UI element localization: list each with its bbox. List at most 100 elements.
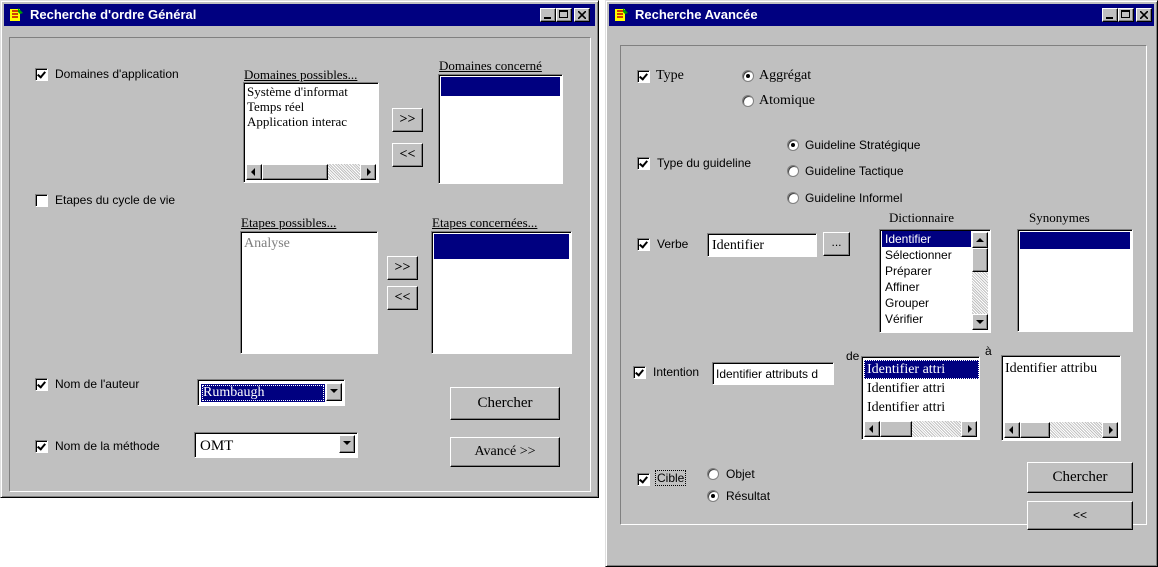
scroll-thumb[interactable] bbox=[972, 248, 988, 272]
close-icon bbox=[578, 11, 586, 19]
type-aggregat-radio[interactable] bbox=[742, 70, 754, 82]
methode-value: OMT bbox=[200, 438, 234, 454]
synonymes-list[interactable] bbox=[1017, 229, 1133, 332]
list-item[interactable]: Analyse bbox=[241, 236, 377, 251]
verbe-label: Verbe bbox=[657, 237, 689, 251]
type-checkbox[interactable] bbox=[637, 70, 650, 83]
scroll-down-button[interactable] bbox=[972, 314, 988, 330]
methode-dropdown-button[interactable] bbox=[339, 435, 355, 453]
guideline-tactique-radio[interactable] bbox=[787, 165, 799, 177]
window-title: Recherche Avancée bbox=[635, 7, 758, 22]
auteur-dropdown-button[interactable] bbox=[326, 383, 342, 401]
chercher-button[interactable]: Chercher bbox=[1027, 462, 1133, 493]
maximize-button[interactable] bbox=[556, 8, 572, 22]
domaines-checkbox[interactable] bbox=[35, 68, 48, 81]
arrow-down-icon bbox=[976, 320, 984, 324]
vertical-scrollbar[interactable] bbox=[972, 232, 988, 330]
type-aggregat-label: Aggrégat bbox=[759, 68, 812, 83]
guideline-tactique-label: Guideline Tactique bbox=[805, 164, 904, 178]
intention-value: Identifier attributs d bbox=[716, 367, 819, 381]
scroll-thumb[interactable] bbox=[262, 164, 328, 180]
de-label: de bbox=[846, 349, 860, 363]
verbe-checkbox[interactable] bbox=[637, 238, 650, 251]
title-bar[interactable]: Recherche Avancée bbox=[609, 4, 1154, 26]
domaines-concernes-list[interactable] bbox=[438, 74, 563, 184]
methode-checkbox[interactable] bbox=[35, 440, 48, 453]
chevron-down-icon bbox=[343, 441, 351, 445]
list-item[interactable]: Identifier attribu bbox=[1002, 359, 1120, 378]
type-guideline-label: Type du guideline bbox=[657, 156, 752, 170]
maximize-button[interactable] bbox=[1118, 8, 1134, 22]
scroll-right-button[interactable] bbox=[961, 421, 977, 437]
intention-de-list[interactable]: Identifier attri Identifier attri Identi… bbox=[861, 356, 980, 440]
type-guideline-checkbox[interactable] bbox=[637, 157, 650, 170]
guideline-strategique-radio[interactable] bbox=[787, 139, 799, 151]
scroll-left-button[interactable] bbox=[1004, 422, 1020, 438]
horizontal-scrollbar[interactable] bbox=[1004, 422, 1118, 438]
intention-input[interactable]: Identifier attributs d bbox=[712, 362, 834, 385]
title-bar[interactable]: Recherche d'ordre Général bbox=[4, 4, 595, 26]
etapes-possibles-list[interactable]: Analyse bbox=[240, 231, 378, 354]
scroll-left-button[interactable] bbox=[246, 164, 262, 180]
domaines-remove-button[interactable]: << bbox=[392, 143, 423, 167]
verbe-input[interactable]: Identifier bbox=[707, 233, 817, 257]
cible-resultat-radio[interactable] bbox=[707, 490, 719, 502]
etapes-label: Etapes du cycle de vie bbox=[55, 193, 176, 207]
etapes-add-button[interactable]: >> bbox=[387, 256, 418, 280]
scroll-left-button[interactable] bbox=[864, 421, 880, 437]
list-item[interactable]: Identifier attri bbox=[864, 379, 979, 398]
arrow-right-icon bbox=[1109, 426, 1113, 434]
domaines-label: Domaines d'application bbox=[55, 67, 179, 81]
cible-checkbox[interactable] bbox=[637, 473, 650, 486]
intention-a-list[interactable]: Identifier attribu bbox=[1001, 355, 1121, 441]
selected-empty-row[interactable] bbox=[434, 234, 569, 259]
list-item[interactable]: Identifier attri bbox=[864, 360, 979, 379]
minimize-button[interactable] bbox=[540, 8, 556, 22]
auteur-checkbox[interactable] bbox=[35, 378, 48, 391]
cible-objet-radio[interactable] bbox=[707, 468, 719, 480]
list-item[interactable]: Temps réel bbox=[244, 99, 378, 114]
verbe-browse-button[interactable]: ... bbox=[823, 232, 850, 256]
cible-label: Cible bbox=[654, 470, 687, 486]
close-icon bbox=[1140, 11, 1148, 19]
minimize-button[interactable] bbox=[1102, 8, 1118, 22]
close-button[interactable] bbox=[1136, 8, 1152, 22]
domaines-add-button[interactable]: >> bbox=[392, 108, 423, 132]
horizontal-scrollbar[interactable] bbox=[864, 421, 977, 437]
auteur-combobox[interactable]: Rumbaugh bbox=[197, 379, 345, 406]
app-icon bbox=[10, 8, 23, 21]
etapes-concernees-list[interactable] bbox=[431, 231, 572, 354]
list-item[interactable]: Système d'informat bbox=[244, 84, 378, 99]
type-atomique-label: Atomique bbox=[759, 93, 815, 108]
list-item[interactable]: Application interac bbox=[244, 114, 378, 129]
list-item[interactable]: Identifier bbox=[882, 231, 971, 247]
scroll-right-button[interactable] bbox=[1102, 422, 1118, 438]
scroll-up-button[interactable] bbox=[972, 232, 988, 248]
domaines-concernes-header: Domaines concerné bbox=[439, 58, 542, 73]
scroll-right-button[interactable] bbox=[360, 164, 376, 180]
selected-empty-row[interactable] bbox=[441, 77, 560, 96]
type-label: Type bbox=[656, 68, 684, 83]
selected-empty-row[interactable] bbox=[1020, 232, 1130, 249]
close-button[interactable] bbox=[574, 8, 590, 22]
scroll-thumb[interactable] bbox=[1020, 422, 1050, 438]
methode-combobox[interactable]: OMT bbox=[194, 432, 358, 458]
etapes-remove-button[interactable]: << bbox=[387, 286, 418, 310]
advanced-search-window: Recherche Avancée Type Aggrégat Atomique… bbox=[605, 0, 1158, 567]
type-atomique-radio[interactable] bbox=[742, 95, 754, 107]
chercher-button[interactable]: Chercher bbox=[450, 387, 560, 420]
dictionnaire-list[interactable]: Identifier Sélectionner Préparer Affiner… bbox=[879, 229, 991, 333]
auteur-value: Rumbaugh bbox=[201, 384, 325, 402]
guideline-informel-radio[interactable] bbox=[787, 192, 799, 204]
window-title: Recherche d'ordre Général bbox=[30, 7, 197, 22]
etapes-checkbox[interactable] bbox=[35, 194, 48, 207]
back-button[interactable]: << bbox=[1027, 501, 1133, 530]
list-item[interactable]: Identifier attri bbox=[864, 398, 979, 417]
horizontal-scrollbar[interactable] bbox=[246, 164, 376, 180]
app-icon bbox=[615, 8, 628, 21]
intention-checkbox[interactable] bbox=[633, 366, 646, 379]
domaines-possibles-list[interactable]: Système d'informat Temps réel Applicatio… bbox=[243, 82, 379, 183]
auteur-label: Nom de l'auteur bbox=[55, 377, 140, 391]
scroll-thumb[interactable] bbox=[880, 421, 912, 437]
avance-button[interactable]: Avancé >> bbox=[450, 437, 560, 467]
